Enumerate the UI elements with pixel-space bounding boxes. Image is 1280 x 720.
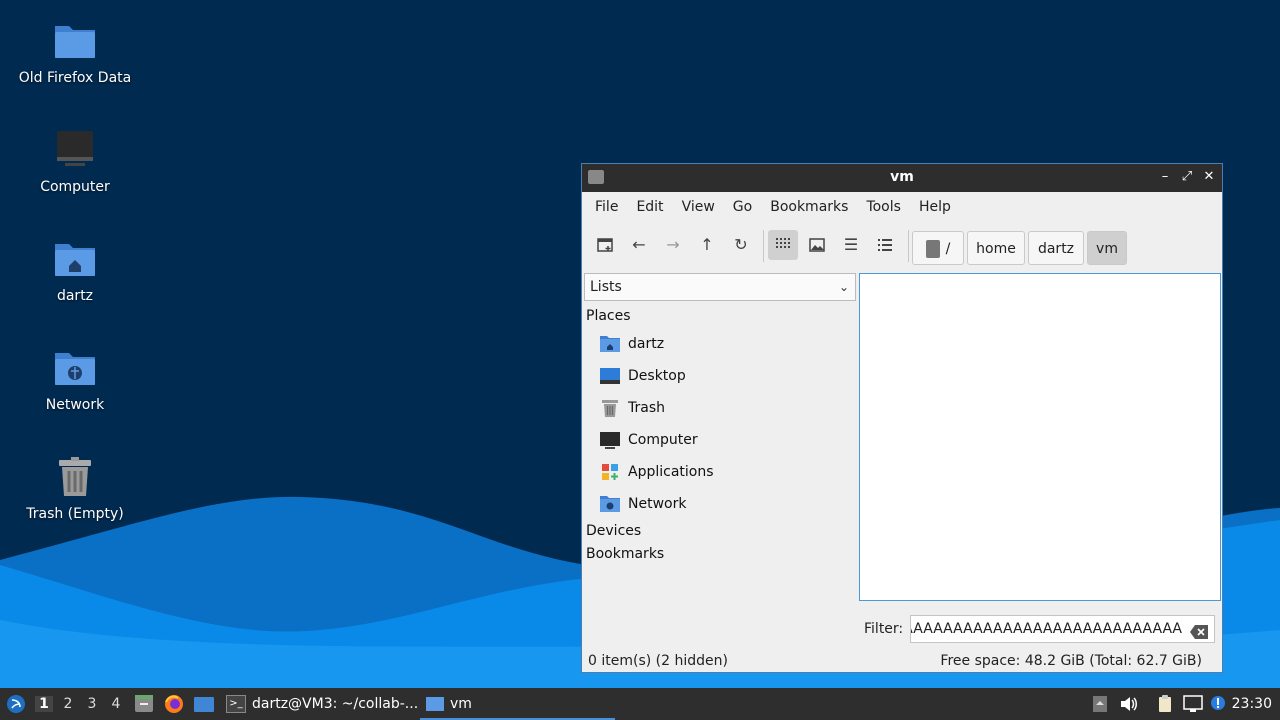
menu-bookmarks[interactable]: Bookmarks — [761, 199, 857, 215]
icon-view-icon[interactable] — [768, 230, 798, 260]
folder-icon — [426, 697, 444, 711]
menu-bar: File Edit View Go Bookmarks Tools Help — [582, 192, 1222, 222]
section-places[interactable]: Places — [584, 305, 856, 328]
title-bar[interactable]: vm – ⤢ ✕ — [582, 164, 1222, 192]
close-icon[interactable]: ✕ — [1200, 168, 1218, 186]
workspace-2[interactable]: 2 — [59, 696, 77, 712]
applications-icon — [599, 463, 621, 481]
drive-icon — [925, 240, 940, 258]
firefox-icon[interactable] — [164, 694, 184, 714]
file-list-area[interactable] — [859, 273, 1221, 601]
filter-label: Filter: — [864, 621, 904, 637]
detailed-list-view-icon[interactable] — [870, 230, 900, 260]
computer-icon — [599, 431, 621, 449]
breadcrumb-home[interactable]: home — [967, 231, 1025, 265]
network-status-icon[interactable] — [1183, 695, 1203, 713]
desktop-icon-label: Trash (Empty) — [26, 506, 124, 522]
menu-file[interactable]: File — [586, 199, 627, 215]
section-devices[interactable]: Devices — [584, 520, 856, 543]
clear-text-icon[interactable] — [1190, 622, 1208, 639]
side-panel: Places dartz Desktop Trash Computer Appl… — [584, 305, 856, 566]
task-terminal[interactable]: >_ dartz@VM3: ~/collab-... — [220, 688, 421, 720]
show-desktop-icon[interactable] — [193, 694, 215, 714]
breadcrumb-root[interactable]: / — [912, 231, 964, 265]
minimize-icon[interactable]: – — [1156, 168, 1174, 186]
menu-go[interactable]: Go — [724, 199, 761, 215]
workspace-4[interactable]: 4 — [107, 696, 125, 712]
back-icon[interactable]: ← — [624, 230, 654, 260]
volume-icon[interactable] — [1119, 695, 1137, 713]
desktop-icon-label: dartz — [56, 288, 94, 304]
home-folder-icon — [599, 335, 621, 353]
clipboard-icon[interactable] — [1156, 695, 1174, 713]
side-panel-mode-select[interactable]: Lists ⌄ — [584, 273, 856, 301]
desktop-icon-computer[interactable]: Computer — [0, 127, 150, 195]
up-icon[interactable]: ↑ — [692, 230, 722, 260]
desktop-icon-trash[interactable]: Trash (Empty) — [0, 454, 150, 522]
start-menu-icon[interactable] — [6, 694, 26, 714]
desktop-icon-network[interactable]: Network — [0, 345, 150, 413]
filter-input[interactable]: AAAAAAAAAAAAAAAAAAAAAAAAAAAAAAAAAAAAAAAA… — [910, 615, 1215, 643]
clock[interactable]: 23:30 — [1232, 696, 1272, 712]
file-manager-launcher-icon[interactable] — [134, 694, 154, 714]
network-folder-icon — [599, 495, 621, 513]
place-computer[interactable]: Computer — [584, 424, 856, 456]
workspace-1[interactable]: 1 — [35, 696, 53, 712]
maximize-icon[interactable]: ⤢ — [1178, 168, 1196, 186]
file-manager-window: vm – ⤢ ✕ File Edit View Go Bookmarks Too… — [581, 163, 1223, 673]
toolbar: ← → ↑ ↻ ☰ / home dartz vm — [582, 222, 1222, 268]
task-file-manager[interactable]: vm — [420, 688, 615, 720]
tray-arrow-icon[interactable] — [1092, 695, 1108, 713]
place-applications[interactable]: Applications — [584, 456, 856, 488]
desktop-icon-label: Computer — [40, 179, 110, 195]
desktop-icon-label: Old Firefox Data — [18, 70, 132, 86]
status-free-space: Free space: 48.2 GiB (Total: 62.7 GiB) — [940, 653, 1202, 669]
section-bookmarks[interactable]: Bookmarks — [584, 543, 856, 566]
notification-icon[interactable] — [1210, 695, 1226, 711]
desktop-icon — [599, 367, 621, 385]
home-folder-icon — [51, 236, 99, 284]
menu-help[interactable]: Help — [910, 199, 960, 215]
breadcrumb-vm[interactable]: vm — [1087, 231, 1127, 265]
status-item-count: 0 item(s) (2 hidden) — [588, 653, 728, 669]
breadcrumb-dartz[interactable]: dartz — [1028, 231, 1084, 265]
folder-icon — [51, 18, 99, 66]
network-folder-icon — [51, 345, 99, 393]
workspace-3[interactable]: 3 — [83, 696, 101, 712]
place-dartz[interactable]: dartz — [584, 328, 856, 360]
menu-view[interactable]: View — [673, 199, 724, 215]
reload-icon[interactable]: ↻ — [726, 230, 756, 260]
chevron-down-icon: ⌄ — [838, 280, 849, 294]
compact-view-icon[interactable]: ☰ — [836, 230, 866, 260]
place-trash[interactable]: Trash — [584, 392, 856, 424]
computer-icon — [51, 127, 99, 175]
menu-edit[interactable]: Edit — [627, 199, 672, 215]
desktop-icon-dartz[interactable]: dartz — [0, 236, 150, 304]
forward-icon[interactable]: → — [658, 230, 688, 260]
place-desktop[interactable]: Desktop — [584, 360, 856, 392]
desktop-icon-old-firefox-data[interactable]: Old Firefox Data — [0, 18, 150, 86]
menu-tools[interactable]: Tools — [857, 199, 910, 215]
taskbar: 1 2 3 4 >_ dartz@VM3: ~/collab-... vm 23:… — [0, 688, 1280, 720]
window-title: vm — [890, 169, 914, 185]
trash-icon — [599, 399, 621, 417]
trash-icon — [51, 454, 99, 502]
new-tab-icon[interactable] — [590, 230, 620, 260]
thumbnail-view-icon[interactable] — [802, 230, 832, 260]
place-network[interactable]: Network — [584, 488, 856, 520]
terminal-icon: >_ — [226, 695, 246, 713]
desktop-icon-label: Network — [45, 397, 105, 413]
